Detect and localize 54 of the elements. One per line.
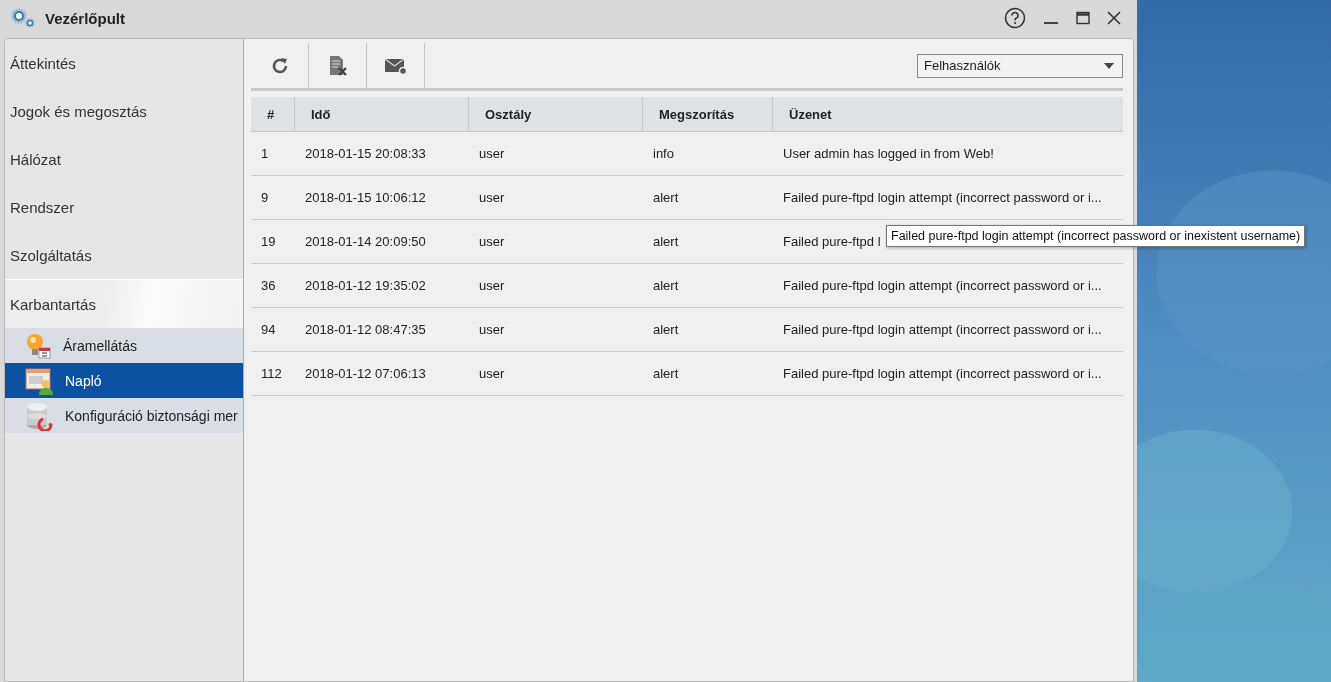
sidebar-item[interactable]: Hálózat xyxy=(5,135,243,183)
table-cell: 9 xyxy=(261,190,269,205)
sidebar-item[interactable]: Szolgáltatás xyxy=(5,231,243,279)
sidebar-item[interactable]: Jogok és megosztás xyxy=(5,87,243,135)
window-title: Vezérlőpult xyxy=(45,9,126,27)
table-cell: user xyxy=(479,190,505,205)
table-cell: Failed pure-ftpd login attempt (incorrect password or i... xyxy=(783,322,1102,337)
table-cell: User admin has logged in from Web! xyxy=(783,146,994,161)
table-cell: 2018-01-15 10:06:12 xyxy=(305,190,426,205)
table-cell: alert xyxy=(653,278,679,293)
table-cell: 2018-01-12 07:06:13 xyxy=(305,366,426,381)
table-cell: Failed pure-ftpd login attempt (incorrect password or i... xyxy=(783,278,1102,293)
table-cell: 2018-01-14 20:09:50 xyxy=(305,234,426,249)
column-header[interactable]: Idő xyxy=(295,97,469,131)
sidebar-subitem[interactable]: Áramellátás xyxy=(5,328,243,363)
table-cell: Failed pure-ftpd login attempt (incorrect password or i... xyxy=(783,190,1102,205)
column-header[interactable]: # xyxy=(251,97,295,131)
maximize-icon[interactable] xyxy=(1076,11,1090,25)
table-cell: 36 xyxy=(261,278,276,293)
table-cell: user xyxy=(479,146,505,161)
table-cell: user xyxy=(479,366,505,381)
table-cell: 112 xyxy=(261,366,282,381)
filter-dropdown[interactable]: Felhasználók xyxy=(917,53,1123,78)
table-cell: 2018-01-12 08:47:35 xyxy=(305,322,426,337)
table-cell: alert xyxy=(653,322,679,337)
sidebar-item[interactable]: Karbantartás xyxy=(5,279,243,328)
column-header[interactable]: Üzenet xyxy=(773,97,1123,131)
table-cell: user xyxy=(479,278,505,293)
table-cell: 2018-01-12 19:35:02 xyxy=(305,278,426,293)
gears-icon xyxy=(8,5,38,31)
column-header[interactable]: Megszorítás xyxy=(643,97,773,131)
sidebar-subitem[interactable]: Konfiguráció biztonsági mer xyxy=(5,398,243,433)
tooltip: Failed pure-ftpd login attempt (incorrect password or inexistent username) xyxy=(886,225,1306,247)
sidebar-subitem[interactable]: Napló xyxy=(5,363,243,398)
table-cell: 19 xyxy=(261,234,276,249)
table-cell: 94 xyxy=(261,322,276,337)
table-cell: alert xyxy=(653,366,679,381)
table-cell: info xyxy=(653,146,674,161)
dropdown-arrow-icon xyxy=(1104,62,1114,69)
table-cell: Failed pure-ftpd l xyxy=(783,234,881,249)
lightbulb-icon xyxy=(25,331,51,360)
close-icon[interactable] xyxy=(1107,11,1121,25)
table-cell: 2018-01-15 20:08:33 xyxy=(305,146,426,161)
table-cell: alert xyxy=(653,190,679,205)
log-window-icon xyxy=(25,366,53,395)
help-icon[interactable] xyxy=(1004,7,1026,29)
sidebar-item[interactable]: Áttekintés xyxy=(5,39,243,87)
table-cell: user xyxy=(479,322,505,337)
table-cell: 1 xyxy=(261,146,269,161)
table-cell: alert xyxy=(653,234,679,249)
table-cell: Failed pure-ftpd login attempt (incorrect password or i... xyxy=(783,366,1102,381)
sidebar-item[interactable]: Rendszer xyxy=(5,183,243,231)
table-cell: user xyxy=(479,234,505,249)
column-header[interactable]: Osztály xyxy=(469,97,643,131)
